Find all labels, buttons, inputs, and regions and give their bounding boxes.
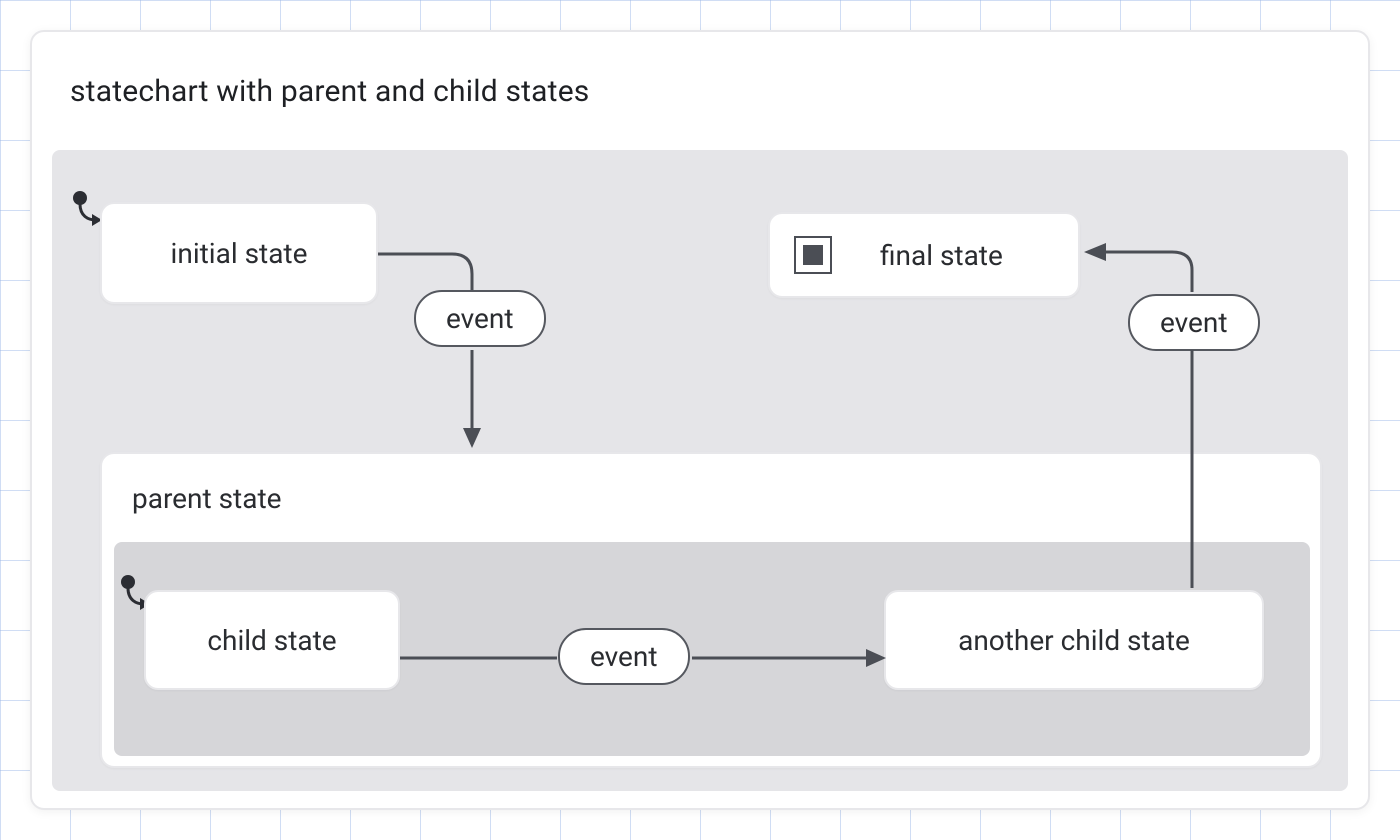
state-label: another child state	[958, 624, 1190, 657]
state-label: child state	[207, 624, 336, 657]
state-label: final state	[880, 239, 1003, 272]
state-child[interactable]: another child state	[884, 590, 1264, 690]
transition-event[interactable]: event	[1128, 294, 1260, 351]
state-final[interactable]: final state	[768, 212, 1080, 298]
statechart-title: statechart with parent and child states	[70, 74, 590, 109]
state-label: parent state	[132, 482, 281, 515]
state-label: initial state	[171, 237, 308, 270]
state-initial[interactable]: initial state	[100, 202, 378, 304]
canvas[interactable]: statechart with parent and child states …	[0, 0, 1400, 840]
state-child[interactable]: child state	[144, 590, 400, 690]
statechart-body: initial state final state event event pa…	[52, 150, 1348, 791]
initial-marker-icon	[70, 190, 104, 238]
statechart-root[interactable]: statechart with parent and child states …	[30, 30, 1370, 810]
final-marker-icon	[794, 236, 832, 274]
transition-event[interactable]: event	[558, 628, 690, 685]
transition-event[interactable]: event	[414, 290, 546, 347]
